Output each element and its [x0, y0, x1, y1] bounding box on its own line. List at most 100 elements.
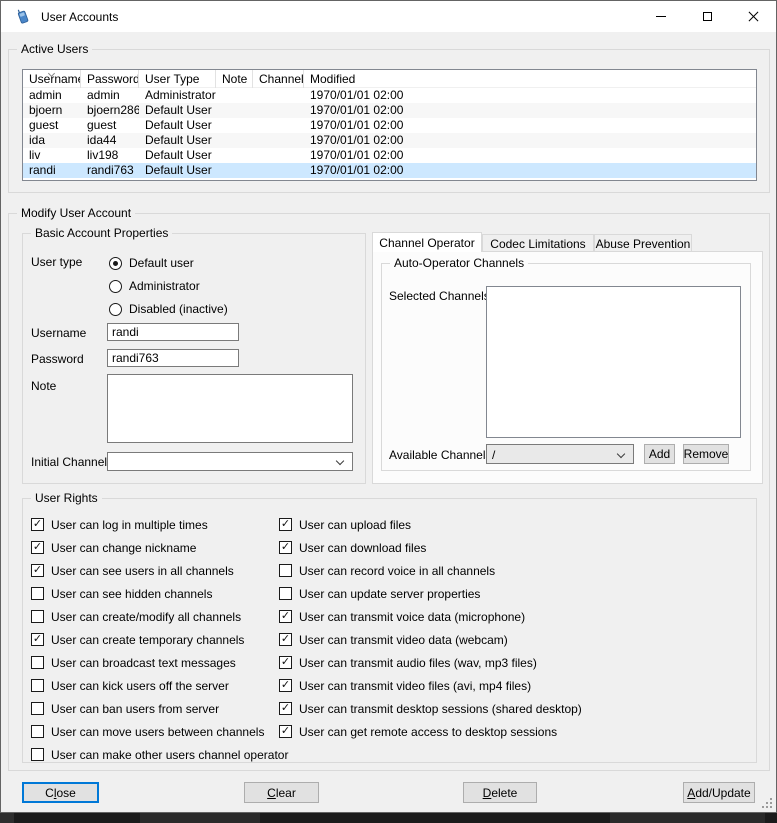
user-right-checkbox[interactable]: User can download files	[279, 541, 582, 554]
checkbox-label: User can transmit voice data (microphone…	[299, 610, 525, 624]
table-cell	[216, 148, 253, 163]
table-cell	[253, 88, 304, 103]
initial-channel-combobox[interactable]	[107, 452, 353, 471]
table-cell: ida44	[81, 133, 139, 148]
checkbox-label: User can get remote access to desktop se…	[299, 725, 557, 739]
resize-grip[interactable]	[762, 798, 772, 808]
auto-operator-group-label: Auto-Operator Channels	[390, 256, 528, 271]
table-cell: bjoern286	[81, 103, 139, 118]
note-textarea[interactable]	[107, 374, 353, 443]
checkbox-checked-icon	[279, 541, 292, 554]
user-right-checkbox[interactable]: User can record voice in all channels	[279, 564, 582, 577]
checkbox-checked-icon	[279, 633, 292, 646]
radio-icon	[109, 280, 122, 293]
app-icon	[14, 8, 31, 25]
checkbox-checked-icon	[31, 564, 44, 577]
column-header-channel[interactable]: Channel	[253, 70, 304, 88]
add-update-button[interactable]: Add/Update	[683, 782, 755, 803]
tab-abuse-prevention[interactable]: Abuse Prevention	[594, 234, 692, 252]
maximize-button[interactable]	[684, 1, 730, 32]
user-right-checkbox[interactable]: User can move users between channels	[31, 725, 288, 738]
table-row[interactable]: adminadminAdministrator1970/01/01 02:00	[23, 88, 756, 103]
password-input[interactable]: randi763	[107, 349, 239, 367]
password-label: Password	[31, 352, 84, 366]
checkbox-unchecked-icon	[31, 679, 44, 692]
minimize-button[interactable]	[638, 1, 684, 32]
user-right-checkbox[interactable]: User can see hidden channels	[31, 587, 288, 600]
checkbox-unchecked-icon	[31, 748, 44, 761]
delete-button[interactable]: Delete	[463, 782, 537, 803]
user-right-checkbox[interactable]: User can broadcast text messages	[31, 656, 288, 669]
table-row[interactable]: livliv198Default User1970/01/01 02:00	[23, 148, 756, 163]
user-right-checkbox[interactable]: User can create temporary channels	[31, 633, 288, 646]
user-right-checkbox[interactable]: User can make other users channel operat…	[31, 748, 288, 761]
username-input[interactable]: randi	[107, 323, 239, 341]
table-cell	[216, 103, 253, 118]
screen: User Accounts Active Users Username Pass…	[0, 0, 777, 823]
user-right-checkbox[interactable]: User can get remote access to desktop se…	[279, 725, 582, 738]
radio-icon	[109, 257, 122, 270]
user-right-checkbox[interactable]: User can kick users off the server	[31, 679, 288, 692]
table-row[interactable]: guestguestDefault User1970/01/01 02:00	[23, 118, 756, 133]
user-right-checkbox[interactable]: User can see users in all channels	[31, 564, 288, 577]
user-right-checkbox[interactable]: User can transmit video data (webcam)	[279, 633, 582, 646]
table-cell: Default User	[139, 133, 216, 148]
user-right-checkbox[interactable]: User can transmit desktop sessions (shar…	[279, 702, 582, 715]
user-right-checkbox[interactable]: User can ban users from server	[31, 702, 288, 715]
user-right-checkbox[interactable]: User can change nickname	[31, 541, 288, 554]
combo-value: /	[492, 447, 495, 463]
table-row[interactable]: randirandi763Default User1970/01/01 02:0…	[23, 163, 756, 178]
radio-default-user[interactable]: Default user	[109, 256, 194, 270]
column-header-modified[interactable]: Modified	[304, 70, 756, 88]
clear-button[interactable]: Clear	[244, 782, 319, 803]
user-right-checkbox[interactable]: User can upload files	[279, 518, 582, 531]
user-table-header: Username Password User Type Note Channel…	[23, 70, 756, 88]
user-right-checkbox[interactable]: User can transmit video files (avi, mp4 …	[279, 679, 582, 692]
table-cell: ida	[23, 133, 81, 148]
tab-channel-operator[interactable]: Channel Operator	[372, 232, 482, 252]
column-header-usertype[interactable]: User Type	[139, 70, 216, 88]
user-accounts-window: User Accounts Active Users Username Pass…	[0, 0, 777, 813]
table-row[interactable]: idaida44Default User1970/01/01 02:00	[23, 133, 756, 148]
minimize-icon	[656, 16, 666, 17]
column-header-note[interactable]: Note	[216, 70, 253, 88]
table-cell: liv	[23, 148, 81, 163]
user-right-checkbox[interactable]: User can transmit audio files (wav, mp3 …	[279, 656, 582, 669]
radio-label: Administrator	[129, 279, 200, 293]
initial-channel-label: Initial Channel	[31, 455, 107, 469]
checkbox-unchecked-icon	[31, 656, 44, 669]
checkbox-checked-icon	[279, 679, 292, 692]
maximize-icon	[703, 12, 712, 21]
available-channels-combobox[interactable]: /	[486, 444, 634, 464]
user-rights-left-column: User can log in multiple times User can c…	[31, 518, 288, 771]
close-button[interactable]: Close	[22, 782, 99, 803]
remove-button[interactable]: Remove	[683, 444, 729, 464]
table-cell: Administrator	[139, 88, 216, 103]
table-cell	[253, 133, 304, 148]
radio-icon	[109, 303, 122, 316]
table-row[interactable]: bjoernbjoern286Default User1970/01/01 02…	[23, 103, 756, 118]
titlebar[interactable]: User Accounts	[1, 1, 776, 32]
table-cell	[216, 163, 253, 178]
close-window-button[interactable]	[730, 1, 776, 32]
column-header-password[interactable]: Password	[81, 70, 139, 88]
add-button[interactable]: Add	[644, 444, 675, 464]
tab-codec-limitations[interactable]: Codec Limitations	[482, 234, 594, 252]
user-right-checkbox[interactable]: User can log in multiple times	[31, 518, 288, 531]
table-cell: bjoern	[23, 103, 81, 118]
checkbox-label: User can move users between channels	[51, 725, 264, 739]
checkbox-unchecked-icon	[31, 725, 44, 738]
user-right-checkbox[interactable]: User can create/modify all channels	[31, 610, 288, 623]
user-right-checkbox[interactable]: User can transmit voice data (microphone…	[279, 610, 582, 623]
selected-channels-listbox[interactable]	[486, 286, 741, 438]
active-users-group-label: Active Users	[17, 42, 92, 57]
table-cell: 1970/01/01 02:00	[304, 163, 756, 178]
table-cell: 1970/01/01 02:00	[304, 118, 756, 133]
table-cell: 1970/01/01 02:00	[304, 148, 756, 163]
radio-administrator[interactable]: Administrator	[109, 279, 200, 293]
user-right-checkbox[interactable]: User can update server properties	[279, 587, 582, 600]
checkbox-label: User can change nickname	[51, 541, 196, 555]
checkbox-checked-icon	[279, 518, 292, 531]
radio-disabled[interactable]: Disabled (inactive)	[109, 302, 228, 316]
available-channels-label: Available Channels	[389, 448, 492, 462]
